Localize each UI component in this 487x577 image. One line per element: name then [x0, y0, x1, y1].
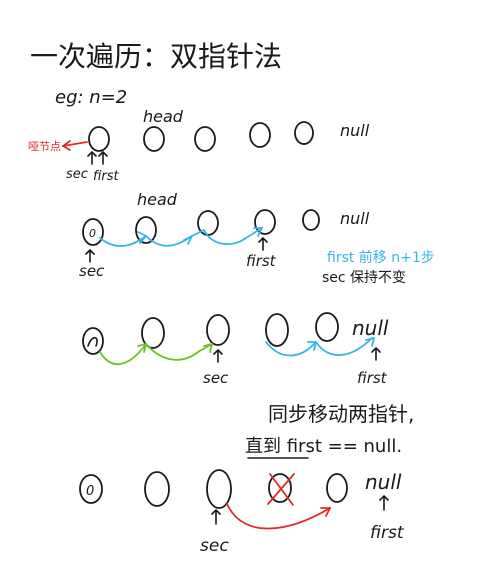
row1-node-1 [143, 126, 165, 152]
first-move-arrows [99, 227, 263, 247]
row1-node-3 [249, 122, 271, 148]
row3-first-label: first [357, 369, 388, 387]
row4-first-arrow [379, 495, 389, 511]
row3-first-arrow [371, 347, 381, 361]
dummy-node-note: 哑节点 [28, 140, 61, 153]
row1-pointer-arrows [87, 151, 108, 165]
row-1: head null 哑节点 sec first [28, 107, 370, 184]
diagram-canvas: 一次遍历：双指针法 eg: n=2 head null 哑节点 sec firs… [28, 40, 435, 556]
row4-first-label: first [370, 523, 405, 543]
row2-node-4 [302, 209, 320, 231]
note-sync-line2: 直到 first == null. [245, 436, 402, 457]
row1-node-4 [294, 121, 314, 145]
skip-link-arrow [226, 503, 331, 530]
row3-node-2 [206, 314, 230, 346]
row2-sec-label: sec [79, 262, 105, 280]
row3-sec-label: sec [203, 369, 229, 387]
row1-dummy-node [88, 126, 110, 152]
row2-first-label: first [246, 252, 277, 270]
row1-first-label: first [93, 169, 120, 184]
row3-node-3 [265, 313, 289, 347]
row3-node-4 [315, 312, 339, 342]
row2-dummy-symbol: 0 [89, 227, 96, 240]
row4-sec-arrow [211, 509, 221, 525]
row4-dummy-symbol: 0 [86, 484, 94, 499]
diagram-title: 一次遍历：双指针法 [30, 40, 282, 73]
row-3: null sec first [82, 312, 389, 387]
row2-node-1 [135, 216, 157, 244]
row1-null-label: null [340, 121, 370, 140]
row3-sec-arrow [213, 349, 223, 363]
first-sync-arrows [265, 337, 373, 357]
note-first-move: first 前移 n+1步 [327, 249, 435, 266]
row-4: 0 null sec first [79, 469, 405, 556]
note-sec-stay: sec 保持不变 [322, 270, 406, 286]
example-label: eg: n=2 [55, 87, 127, 108]
row2-null-label: null [340, 209, 370, 228]
row4-node-2 [206, 469, 232, 509]
note-sync-line1: 同步移动两指针, [268, 402, 414, 426]
row2-sec-arrow [85, 249, 95, 263]
row2-first-arrow [258, 237, 268, 251]
row4-sec-label: sec [200, 536, 229, 556]
row1-head-label: head [143, 107, 184, 126]
row4-node-1 [144, 471, 170, 507]
row4-node-4 [326, 473, 348, 503]
row3-dummy-node [82, 327, 104, 355]
row2-head-label: head [137, 190, 178, 209]
row3-null-label: null [352, 316, 389, 340]
row4-null-label: null [365, 470, 402, 494]
row1-sec-label: sec [66, 167, 88, 182]
row1-node-2 [194, 126, 216, 152]
row-2: head 0 null sec first first 前移 n+1步 sec … [79, 190, 435, 286]
